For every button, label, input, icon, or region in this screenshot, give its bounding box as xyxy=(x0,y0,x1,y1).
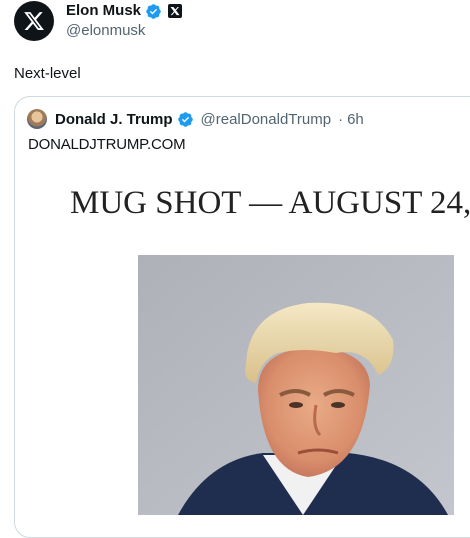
separator-dot: · xyxy=(338,110,344,128)
x-logo-icon xyxy=(24,12,44,30)
verified-badge-icon xyxy=(177,111,193,127)
author-name[interactable]: Elon Musk xyxy=(66,2,141,20)
quoted-author-avatar[interactable] xyxy=(27,109,47,129)
x-affiliate-badge-icon xyxy=(168,4,183,18)
quoted-tweet-time[interactable]: 6h xyxy=(347,111,364,128)
quoted-tweet-header: Donald J. Trump @realDonaldTrump · 6h xyxy=(27,109,364,129)
verified-badge-icon xyxy=(146,3,161,19)
quoted-tweet-card[interactable]: Donald J. Trump @realDonaldTrump · 6h DO… xyxy=(14,96,470,538)
quoted-tweet-text: DONALDJTRUMP.COM xyxy=(28,136,186,153)
author-handle[interactable]: @elonmusk xyxy=(66,22,145,39)
author-row: Elon Musk xyxy=(66,2,183,20)
tweet-text: Next-level xyxy=(14,65,81,82)
main-avatar[interactable] xyxy=(14,1,54,41)
mugshot-illustration xyxy=(138,255,454,515)
mugshot-photo[interactable] xyxy=(138,255,454,515)
quoted-author-name[interactable]: Donald J. Trump xyxy=(55,111,173,128)
media-headline: MUG SHOT — AUGUST 24, 2 xyxy=(70,185,470,221)
quoted-author-handle[interactable]: @realDonaldTrump xyxy=(201,111,332,128)
